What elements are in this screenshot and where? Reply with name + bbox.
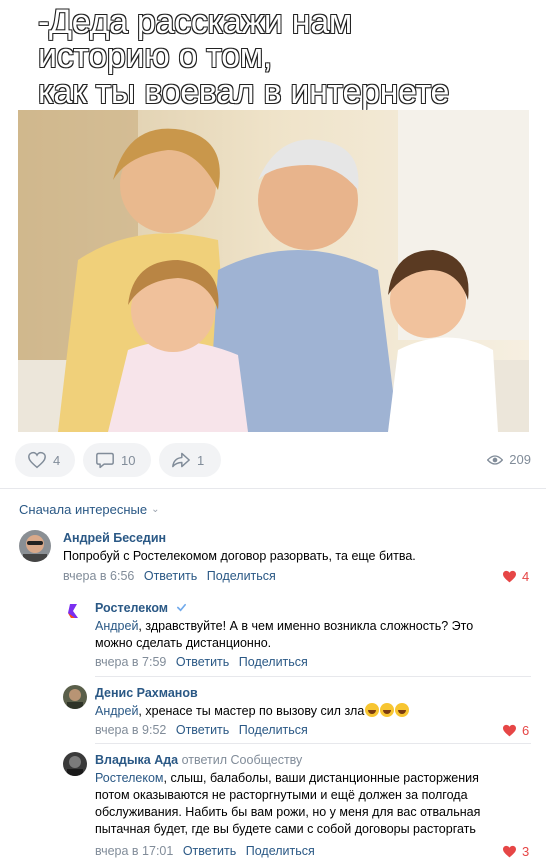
comment-icon <box>96 452 114 469</box>
comment-like-count: 3 <box>522 844 530 859</box>
sort-label: Сначала интересные <box>19 502 148 517</box>
reply-addressee[interactable]: Андрей <box>95 619 138 633</box>
avatar-andrey-image <box>19 530 51 562</box>
share-comment-button[interactable]: Поделиться <box>239 655 308 669</box>
comment-text: Андрей, здравствуйте! А в чем именно воз… <box>95 618 505 652</box>
views-count: 209 <box>509 452 531 467</box>
avatar[interactable] <box>63 685 87 709</box>
family-photo-illustration <box>18 110 529 432</box>
meme-caption-line-3: как ты воевал в интернете <box>37 73 450 111</box>
reply-button[interactable]: Ответить <box>176 655 229 669</box>
comment-like-button[interactable]: 3 <box>502 844 529 859</box>
comment-body: , здравствуйте! А в чем именно возникла … <box>95 619 474 650</box>
comment-author[interactable]: Ростелеком <box>95 601 187 615</box>
verified-check-icon <box>176 603 186 612</box>
share-comment-button[interactable]: Поделиться <box>239 723 308 737</box>
laughing-emoji-icon <box>395 703 410 717</box>
comment-meta: вчера в 9:52 Ответить Поделиться <box>95 723 308 737</box>
comment-meta: вчера в 7:59 Ответить Поделиться <box>95 655 308 669</box>
laughing-emoji-icon <box>365 703 380 717</box>
comment-like-button[interactable]: 6 <box>502 723 529 738</box>
comment-text: Ростелеком, слыш, балаболы, ваши дистанц… <box>95 770 505 838</box>
comment-like-count: 6 <box>522 723 530 738</box>
share-comment-button[interactable]: Поделиться <box>207 569 276 583</box>
reply-addressee[interactable]: Андрей <box>95 704 138 718</box>
eye-icon <box>487 454 504 465</box>
comment-count: 10 <box>121 452 136 468</box>
comment-time[interactable]: вчера в 6:56 <box>63 569 134 583</box>
sort-dropdown[interactable]: Сначала интересные ⌄ <box>19 502 160 517</box>
comment-author[interactable]: Денис Рахманов <box>95 686 198 700</box>
chevron-down-icon: ⌄ <box>151 504 160 515</box>
heart-filled-icon <box>503 724 516 737</box>
avatar[interactable] <box>63 600 85 622</box>
comment-button[interactable]: 10 <box>83 443 151 477</box>
comment-body: , хренасе ты мастер по вызову сил зла <box>138 704 365 718</box>
comment-like-button[interactable]: 4 <box>502 569 529 584</box>
comment-meta: вчера в 17:01 Ответить Поделиться <box>95 844 315 858</box>
views-counter: 209 <box>487 452 531 467</box>
replied-to-label: ответил Сообществу <box>181 753 303 767</box>
share-button[interactable]: 1 <box>159 443 221 477</box>
reply-button[interactable]: Ответить <box>144 569 197 583</box>
heart-filled-icon <box>503 570 516 583</box>
comment-text: Андрей, хренасе ты мастер по вызову сил … <box>95 703 515 720</box>
avatar[interactable] <box>19 530 51 562</box>
share-icon <box>172 452 190 468</box>
heart-filled-icon <box>503 845 516 858</box>
post-photo[interactable] <box>18 110 529 432</box>
comment-time[interactable]: вчера в 17:01 <box>95 844 173 858</box>
comment-time[interactable]: вчера в 7:59 <box>95 655 166 669</box>
post-actions-bar: 4 10 1 209 <box>15 443 531 477</box>
avatar[interactable] <box>63 752 87 776</box>
divider <box>95 676 531 677</box>
comment-author[interactable]: Андрей Беседин <box>63 531 166 545</box>
laughing-emoji-icon <box>380 703 395 717</box>
comment-author-name: Ростелеком <box>95 601 169 615</box>
avatar-vladyka-image <box>63 752 87 776</box>
meme-caption-line-1: -Деда расскажи нам <box>37 3 353 41</box>
share-comment-button[interactable]: Поделиться <box>246 844 315 858</box>
share-count: 1 <box>197 452 205 468</box>
reply-button[interactable]: Ответить <box>176 723 229 737</box>
like-button[interactable]: 4 <box>15 443 75 477</box>
comment-time[interactable]: вчера в 9:52 <box>95 723 166 737</box>
comment-author[interactable]: Владыка Ада ответил Сообществу <box>95 753 302 767</box>
rostelecom-logo-icon <box>68 604 78 618</box>
comment-like-count: 4 <box>522 569 530 584</box>
meme-caption-line-2: историю о том, <box>37 37 273 75</box>
divider <box>0 488 546 489</box>
like-count: 4 <box>53 452 61 468</box>
comment-author-name: Владыка Ада <box>95 753 179 767</box>
avatar-denis-image <box>63 685 87 709</box>
comment-text: Попробуй с Ростелекомом договор разорват… <box>63 549 416 563</box>
comment-meta: вчера в 6:56 Ответить Поделиться <box>63 569 276 583</box>
reply-button[interactable]: Ответить <box>183 844 236 858</box>
heart-outline-icon <box>28 451 46 469</box>
reply-addressee[interactable]: Ростелеком <box>95 771 164 785</box>
divider <box>95 743 531 744</box>
